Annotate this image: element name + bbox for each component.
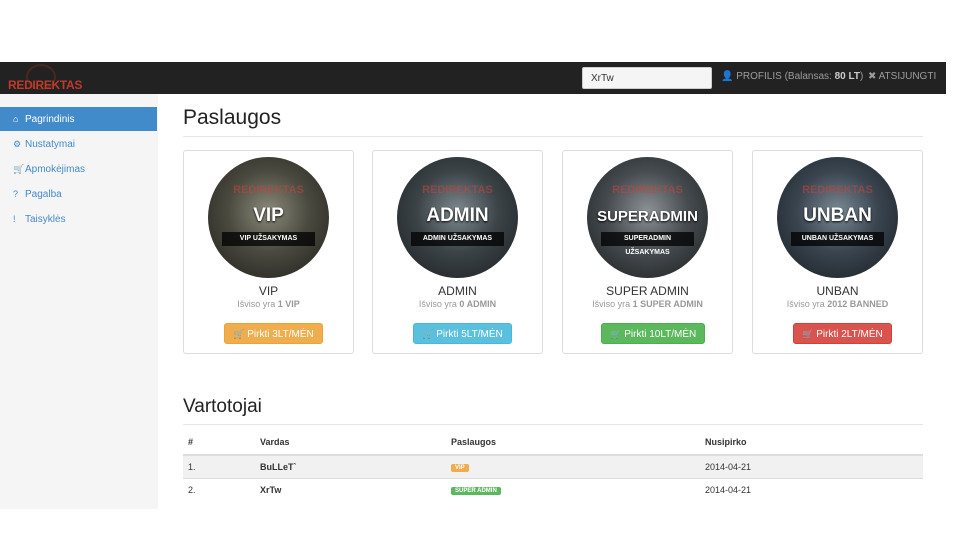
purchase-date: 2014-04-21 bbox=[705, 462, 752, 472]
sidebar-item-pagrindinis[interactable]: ⌂ Pagrindinis bbox=[0, 107, 157, 131]
service-card-vip: REDIREKTAS VIP VIP UŽSAKYMAS VIP Išviso … bbox=[183, 150, 354, 354]
user-icon: 👤 bbox=[721, 71, 734, 82]
cart-icon: 🛒 bbox=[233, 329, 245, 339]
question-icon: ? bbox=[13, 189, 19, 199]
column-header: Vardas bbox=[260, 437, 290, 447]
table-row: 1. BuLLeT` VIP 2014-04-21 bbox=[183, 455, 923, 478]
buy-unban-button[interactable]: 🛒 Pirkti 2LT/MĖN bbox=[793, 323, 892, 344]
service-name: VIP bbox=[258, 284, 279, 298]
table-row: 2. XrTw SUPER ADMIN 2014-04-21 bbox=[183, 478, 923, 501]
top-navbar: REDIREKTAS 👤 PROFILIS (Balansas: 80 LT) … bbox=[0, 62, 946, 94]
service-badge: SUPER ADMIN bbox=[451, 487, 501, 495]
buy-vip-button[interactable]: 🛒 Pirkti 3LT/MĖN bbox=[224, 323, 323, 344]
sidebar: ⌂ Pagrindinis ⚙ Nustatymai 🛒Apmokėjimas ? P… bbox=[0, 94, 158, 509]
service-card-superadmin: REDIREKTAS SUPERADMIN SUPERADMIN UŽSAKYM… bbox=[562, 150, 733, 354]
service-card-unban: REDIREKTAS UNBAN UNBAN UŽSAKYMAS UNBAN I… bbox=[752, 150, 923, 354]
profile-link[interactable]: 👤 PROFILIS (Balansas: 80 LT) bbox=[721, 71, 863, 82]
service-count: Išviso yra 0 ADMIN bbox=[418, 299, 497, 309]
service-image-vip: REDIREKTAS VIP VIP UŽSAKYMAS bbox=[208, 157, 329, 278]
page-title: Paslaugos bbox=[183, 106, 282, 129]
logout-link[interactable]: ✖ ATSIJUNGTI bbox=[868, 71, 936, 82]
service-name: ADMIN bbox=[438, 284, 477, 298]
service-badge: VIP bbox=[451, 464, 469, 472]
brand-text: REDIREKTAS bbox=[8, 78, 83, 92]
user-name: XrTw bbox=[260, 485, 282, 495]
purchase-date: 2014-04-21 bbox=[705, 485, 752, 495]
cart-icon: 🛒 bbox=[802, 329, 814, 339]
brand-logo[interactable]: REDIREKTAS bbox=[8, 64, 82, 92]
search-input[interactable] bbox=[582, 67, 712, 89]
service-count: Išviso yra 2012 BANNED bbox=[786, 299, 889, 309]
logout-label: ATSIJUNGTI bbox=[878, 71, 937, 82]
cart-icon: 🛒 bbox=[13, 164, 25, 174]
gear-icon: ⚙ bbox=[13, 139, 22, 149]
user-name: BuLLeT` bbox=[260, 462, 297, 472]
sidebar-item-apmokejimas[interactable]: 🛒Apmokėjimas bbox=[0, 157, 157, 181]
cart-icon: 🛒 bbox=[610, 329, 622, 339]
page: REDIREKTAS 👤 PROFILIS (Balansas: 80 LT) … bbox=[0, 0, 960, 539]
service-image-superadmin: REDIREKTAS SUPERADMIN SUPERADMIN UŽSAKYM… bbox=[587, 157, 708, 278]
balance-value: 80 LT bbox=[834, 71, 860, 82]
close-icon: ✖ bbox=[868, 71, 877, 82]
service-name: UNBAN bbox=[816, 284, 859, 298]
service-count: Išviso yra 1 VIP bbox=[237, 299, 300, 309]
buy-superadmin-button[interactable]: 🛒 Pirkti 10LT/MĖN bbox=[601, 323, 706, 344]
service-count: Išviso yra 1 SUPER ADMIN bbox=[592, 299, 703, 309]
sidebar-item-nustatymai[interactable]: ⚙ Nustatymai bbox=[0, 132, 157, 156]
sidebar-item-pagalba[interactable]: ? Pagalba bbox=[0, 182, 157, 206]
cart-icon: 🛒 bbox=[422, 329, 434, 339]
info-icon: ! bbox=[13, 214, 16, 224]
service-card-admin: REDIREKTAS ADMIN ADMIN UŽSAKYMAS ADMIN I… bbox=[372, 150, 543, 354]
service-name: SUPER ADMIN bbox=[606, 284, 689, 298]
profile-label: PROFILIS (Balansas: bbox=[736, 71, 835, 82]
column-header: Nusipirko bbox=[705, 437, 747, 447]
service-image-admin: REDIREKTAS ADMIN ADMIN UŽSAKYMAS bbox=[397, 157, 518, 278]
sidebar-item-taisykles[interactable]: ! Taisyklės bbox=[0, 207, 157, 231]
users-divider bbox=[183, 424, 923, 425]
title-divider bbox=[183, 136, 923, 137]
column-header: Paslaugos bbox=[451, 437, 497, 447]
buy-admin-button[interactable]: 🛒 Pirkti 5LT/MĖN bbox=[413, 323, 512, 344]
service-image-unban: REDIREKTAS UNBAN UNBAN UŽSAKYMAS bbox=[777, 157, 898, 278]
column-header: # bbox=[188, 437, 194, 447]
home-icon: ⌂ bbox=[13, 114, 19, 124]
users-heading: Vartotojai bbox=[183, 396, 262, 417]
